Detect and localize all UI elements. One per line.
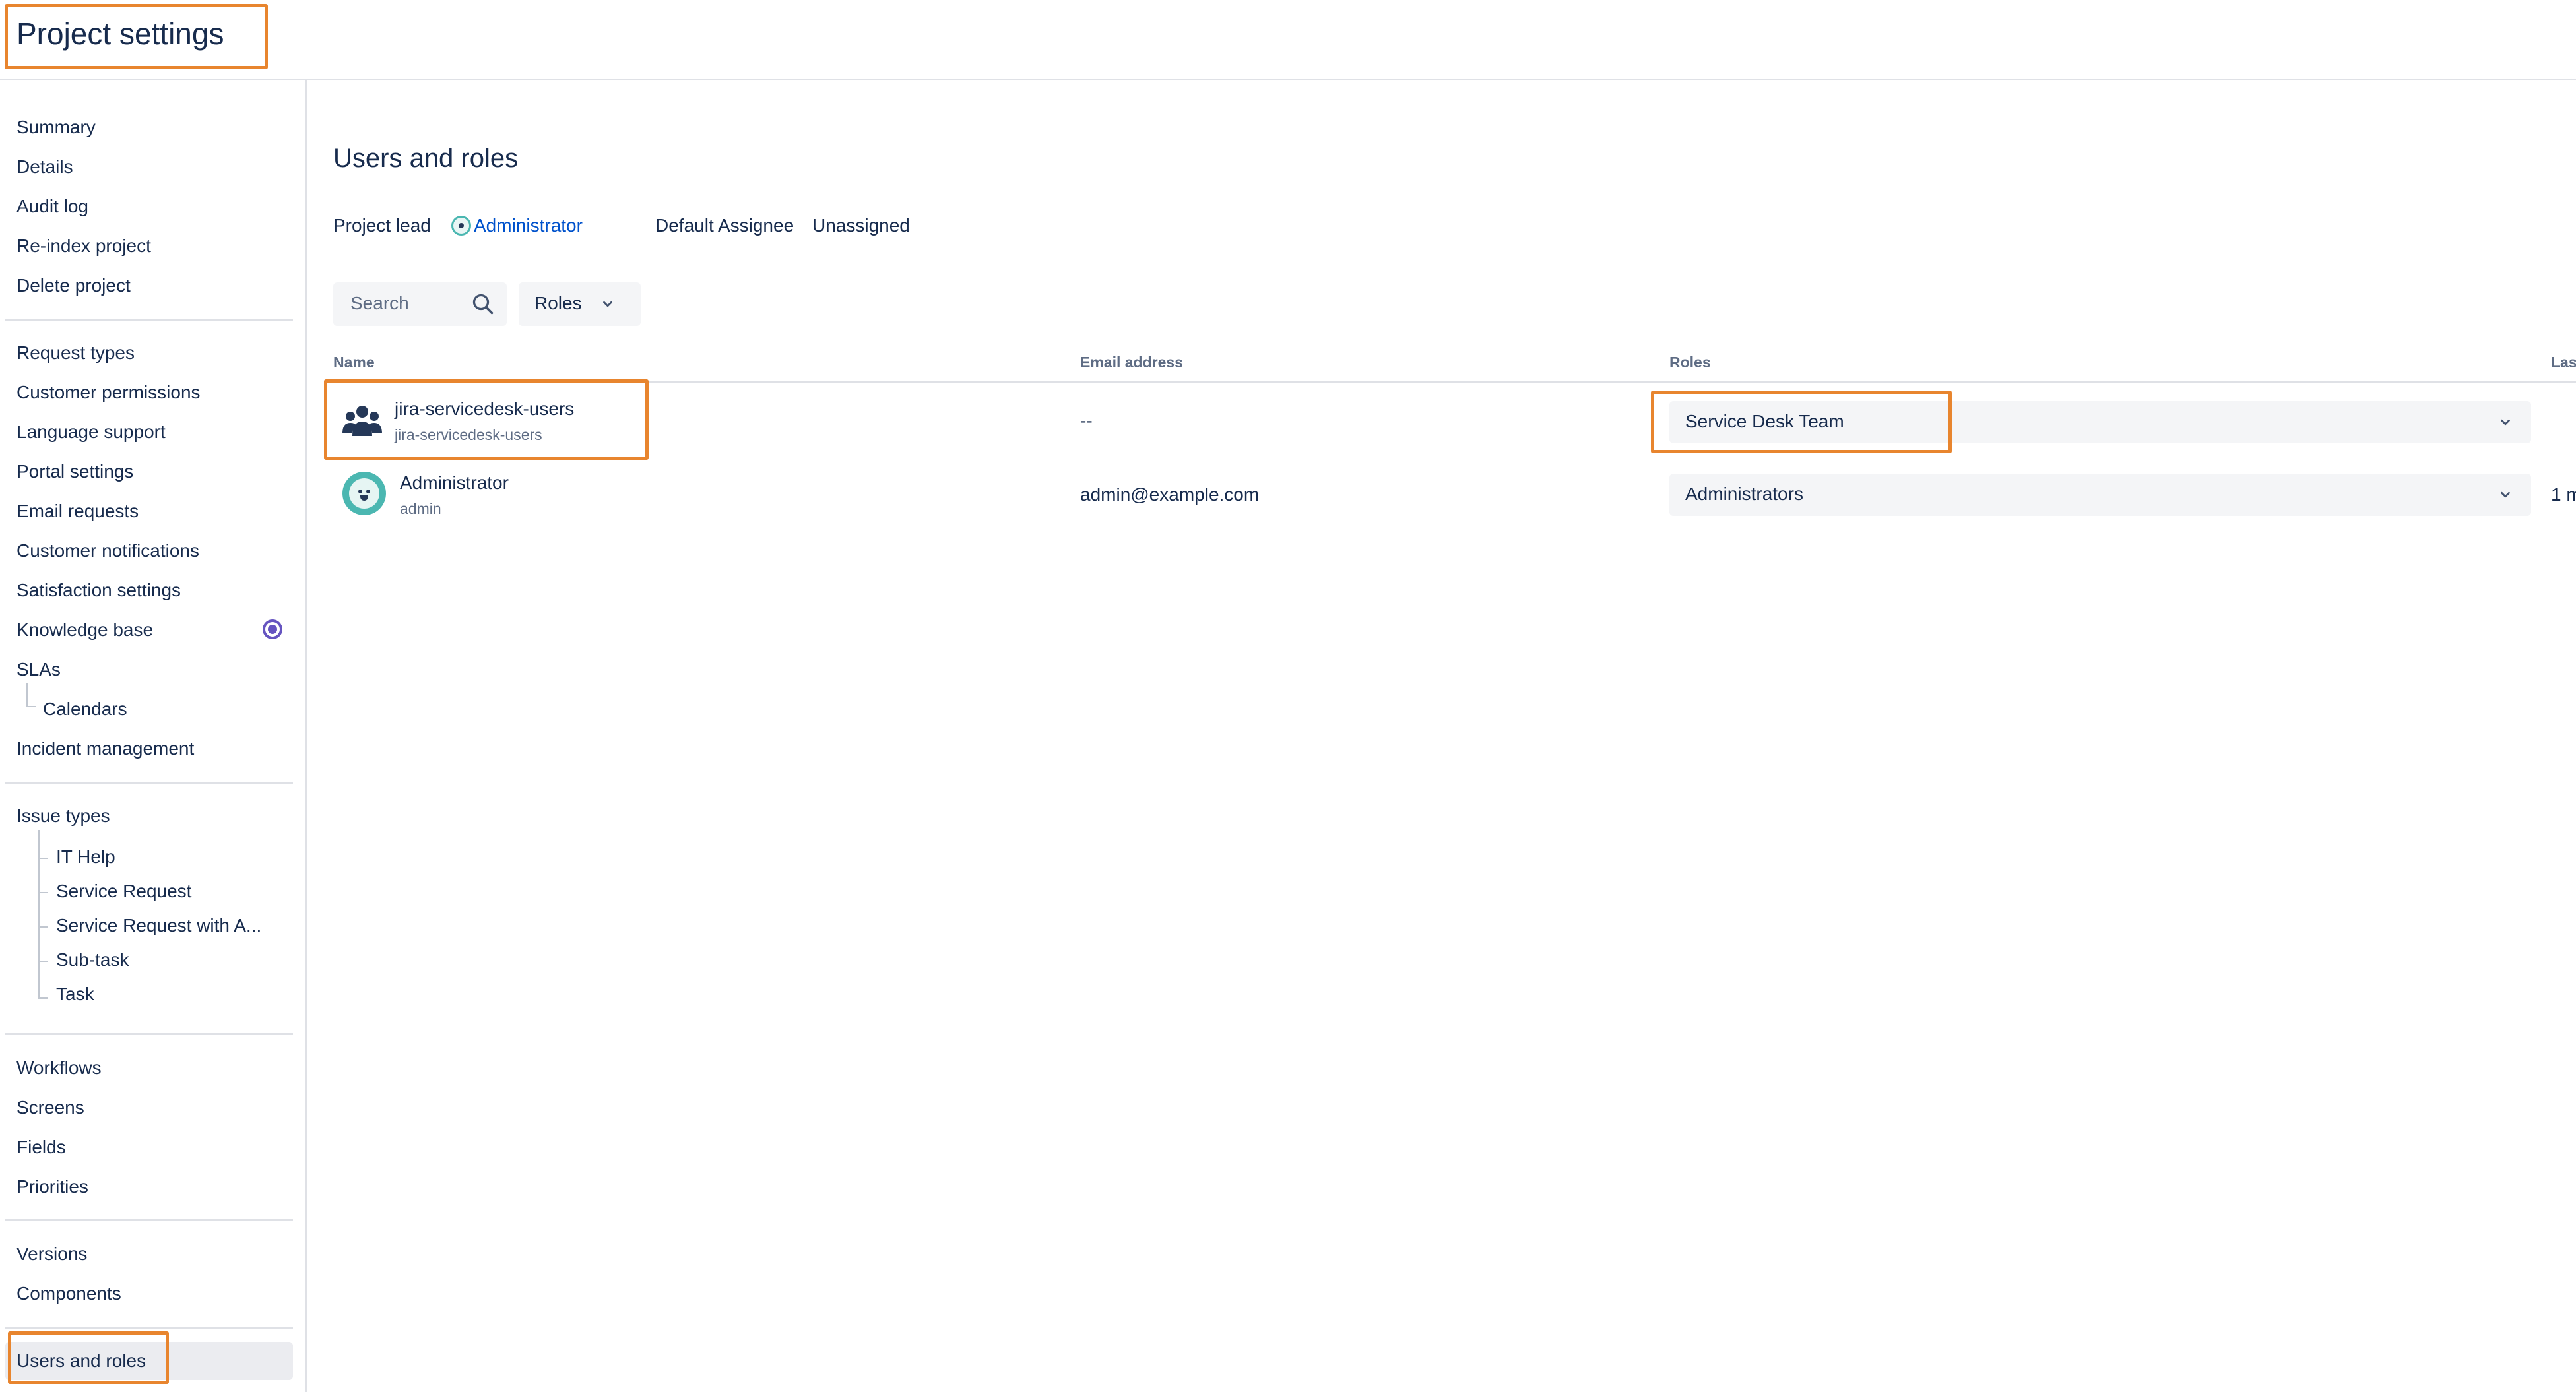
table-header-divider (333, 381, 2576, 383)
sidebar-item-it-help[interactable]: IT Help (56, 846, 115, 868)
sidebar-item-sub-task[interactable]: Sub-task (56, 949, 129, 971)
chevron-down-icon (2501, 491, 2510, 498)
role-select-value: Administrators (1685, 484, 1803, 504)
search-placeholder: Search (350, 293, 409, 313)
avatar (342, 472, 386, 515)
roles-filter-label: Roles (534, 293, 582, 313)
tree-line (38, 830, 40, 999)
sidebar-divider (5, 319, 293, 321)
row-name[interactable]: jira-servicedesk-users (395, 398, 574, 420)
row-email: admin@example.com (1080, 484, 1260, 505)
sidebar-item-calendars[interactable]: Calendars (43, 698, 127, 720)
tree-tick (38, 858, 48, 859)
sidebar-divider (5, 782, 293, 784)
tree-tick (38, 892, 48, 893)
sidebar-item-issue-types[interactable]: Issue types (16, 805, 110, 827)
column-header-last[interactable]: Las (2551, 354, 2576, 371)
default-assignee-label: Default Assignee (655, 215, 794, 236)
tree-tick (26, 706, 36, 707)
column-header-email[interactable]: Email address (1080, 354, 1183, 371)
chevron-down-icon (603, 301, 612, 307)
roles-filter-button[interactable]: Roles (519, 282, 641, 326)
sidebar-item-fields[interactable]: Fields (16, 1136, 66, 1158)
sidebar-item-customer-notifications[interactable]: Customer notifications (16, 540, 199, 562)
sidebar-item-task[interactable]: Task (56, 983, 94, 1005)
sidebar-item-customer-permissions[interactable]: Customer permissions (16, 381, 201, 404)
row-username: admin (400, 500, 441, 517)
sidebar-item-request-types[interactable]: Request types (16, 342, 135, 364)
project-lead-link[interactable]: Administrator (474, 214, 583, 237)
default-assignee-value: Unassigned (812, 215, 910, 236)
sidebar-item-service-request[interactable]: Service Request (56, 880, 191, 902)
sidebar-item-knowledge-base[interactable]: Knowledge base (16, 619, 153, 641)
tree-tick (38, 926, 48, 928)
sidebar-item-service-request-with-approvals[interactable]: Service Request with A... (56, 914, 261, 937)
sidebar-item-satisfaction-settings[interactable]: Satisfaction settings (16, 579, 181, 602)
sidebar-item-priorities[interactable]: Priorities (16, 1176, 88, 1198)
sidebar-item-language-support[interactable]: Language support (16, 421, 166, 443)
sidebar-divider (5, 1219, 293, 1221)
sidebar-item-users-and-roles[interactable]: Users and roles (16, 1350, 146, 1372)
chevron-down-icon (2501, 419, 2510, 426)
sidebar-item-incident-management[interactable]: Incident management (16, 738, 194, 760)
row-last-active: 1 m (2551, 484, 2576, 505)
sidebar-item-email-requests[interactable]: Email requests (16, 500, 139, 522)
sidebar-item-portal-settings[interactable]: Portal settings (16, 460, 133, 483)
sidebar-item-slas[interactable]: SLAs (16, 658, 61, 681)
search-input[interactable]: Search (333, 282, 507, 326)
top-bar: Project settings (0, 0, 2576, 80)
role-select[interactable]: Service Desk Team (1669, 401, 2531, 443)
group-icon (342, 406, 382, 436)
project-lead-label: Project lead (333, 215, 431, 236)
search-icon[interactable] (471, 292, 495, 316)
project-lead-avatar (451, 216, 471, 236)
tree-tick (38, 961, 48, 962)
sidebar-item-versions[interactable]: Versions (16, 1243, 87, 1265)
page-title: Project settings (16, 16, 224, 51)
sidebar-item-workflows[interactable]: Workflows (16, 1057, 102, 1079)
sidebar-item-summary[interactable]: Summary (16, 116, 96, 139)
sidebar-item-components[interactable]: Components (16, 1282, 121, 1305)
column-header-roles[interactable]: Roles (1669, 354, 1711, 371)
tree-tick (38, 997, 48, 999)
role-select-value: Service Desk Team (1685, 411, 1844, 431)
page-heading: Users and roles (333, 144, 519, 173)
role-select[interactable]: Administrators (1669, 474, 2531, 516)
sidebar-item-details[interactable]: Details (16, 156, 73, 178)
sidebar-divider (5, 1033, 293, 1035)
sidebar-item-delete-project[interactable]: Delete project (16, 274, 131, 297)
sidebar-item-reindex-project[interactable]: Re-index project (16, 235, 151, 257)
column-header-name[interactable]: Name (333, 354, 375, 371)
sidebar-divider (5, 1327, 293, 1329)
row-email: -- (1080, 410, 1093, 431)
sidebar-item-screens[interactable]: Screens (16, 1096, 84, 1119)
tree-line (26, 683, 28, 706)
row-name[interactable]: Administrator (400, 472, 509, 493)
knowledge-base-indicator-icon (263, 619, 282, 639)
row-username: jira-servicedesk-users (395, 426, 542, 443)
sidebar-item-audit-log[interactable]: Audit log (16, 195, 88, 218)
